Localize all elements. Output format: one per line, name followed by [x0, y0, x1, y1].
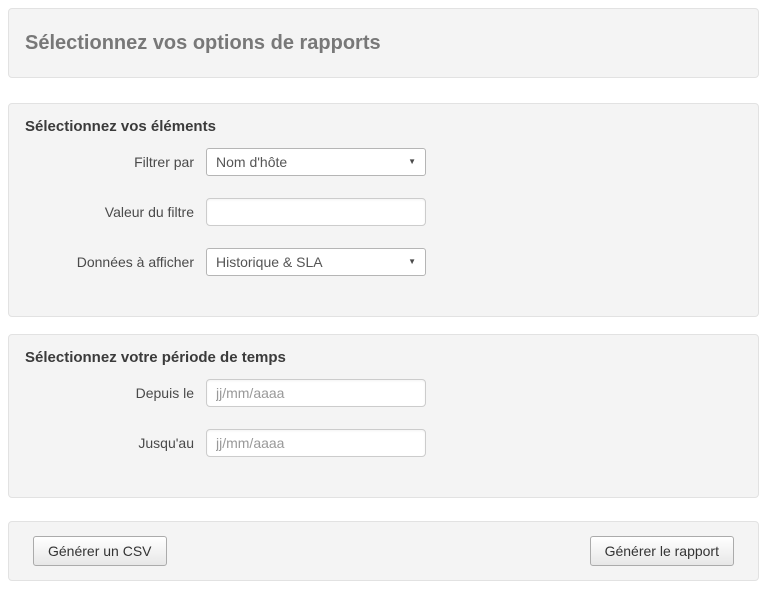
generate-csv-button[interactable]: Générer un CSV — [33, 536, 167, 566]
date-to-label: Jusqu'au — [25, 435, 194, 451]
data-to-display-select-value: Historique & SLA — [216, 254, 323, 270]
data-to-display-label: Données à afficher — [25, 254, 194, 270]
filter-by-row: Filtrer par Nom d'hôte ▼ — [25, 148, 742, 176]
period-panel: Sélectionnez votre période de temps Depu… — [8, 334, 759, 498]
actions-bar: Générer un CSV Générer le rapport — [8, 521, 759, 581]
report-options-page: Sélectionnez vos options de rapports Sél… — [0, 0, 767, 589]
date-from-input[interactable] — [206, 379, 426, 407]
page-title: Sélectionnez vos options de rapports — [25, 32, 381, 55]
filter-value-input[interactable] — [206, 198, 426, 226]
filter-by-label: Filtrer par — [25, 154, 194, 170]
filter-value-label: Valeur du filtre — [25, 204, 194, 220]
chevron-down-icon: ▼ — [408, 158, 416, 166]
generate-report-button[interactable]: Générer le rapport — [590, 536, 734, 566]
data-to-display-select[interactable]: Historique & SLA ▼ — [206, 248, 426, 276]
date-to-input[interactable] — [206, 429, 426, 457]
filter-by-select[interactable]: Nom d'hôte ▼ — [206, 148, 426, 176]
date-from-label: Depuis le — [25, 385, 194, 401]
data-to-display-row: Données à afficher Historique & SLA ▼ — [25, 248, 742, 276]
date-from-row: Depuis le — [25, 379, 742, 407]
elements-panel-heading: Sélectionnez vos éléments — [25, 118, 742, 135]
elements-panel: Sélectionnez vos éléments Filtrer par No… — [8, 103, 759, 317]
period-panel-heading: Sélectionnez votre période de temps — [25, 349, 742, 366]
chevron-down-icon: ▼ — [408, 258, 416, 266]
filter-by-select-value: Nom d'hôte — [216, 154, 287, 170]
page-header: Sélectionnez vos options de rapports — [8, 8, 759, 78]
filter-value-row: Valeur du filtre — [25, 198, 742, 226]
date-to-row: Jusqu'au — [25, 429, 742, 457]
